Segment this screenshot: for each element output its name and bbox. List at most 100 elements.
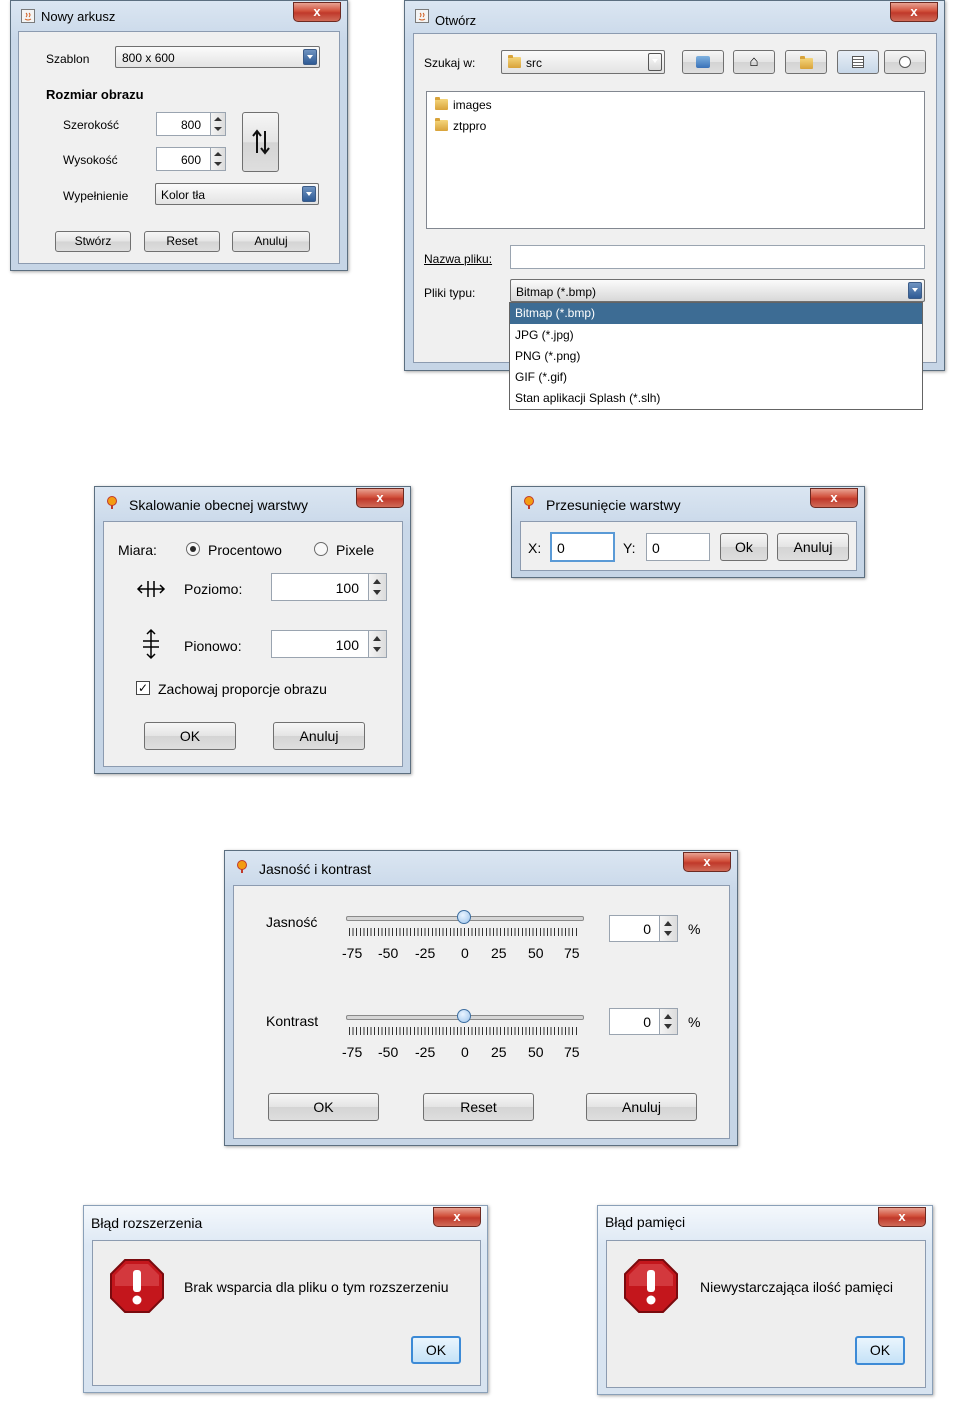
client-area: Szablon 800 x 600 Rozmiar obrazu Szeroko… — [18, 31, 340, 264]
kontrast-value: 0 — [643, 1014, 651, 1030]
filetype-combo[interactable]: Bitmap (*.bmp) — [510, 279, 925, 302]
filetype-label: Pliki typu: — [424, 286, 476, 300]
close-button[interactable]: x — [433, 1207, 481, 1227]
list-item[interactable]: images — [435, 97, 492, 112]
ok-button[interactable]: OK — [411, 1336, 461, 1364]
poziomo-spinner[interactable]: 100 — [271, 573, 387, 601]
close-button[interactable]: x — [878, 1207, 926, 1227]
dialog-jasnosc-kontrast: Jasność i kontrast x Jasność -75 -50 -25… — [224, 850, 738, 1146]
title-bar[interactable]: Błąd pamięci x — [598, 1206, 932, 1236]
window-title: Błąd rozszerzenia — [91, 1215, 203, 1231]
title-bar[interactable]: Błąd rozszerzenia x — [84, 1206, 487, 1236]
wysokosc-spinner[interactable]: 600 — [156, 147, 226, 171]
jasnosc-slider-thumb[interactable] — [457, 910, 471, 924]
client-area: X: 0 Y: 0 Ok Anuluj — [520, 521, 857, 571]
szerokosc-spinner[interactable]: 800 — [156, 112, 226, 136]
error-message: Brak wsparcia dla pliku o tym rozszerzen… — [184, 1279, 449, 1295]
java-icon — [21, 9, 35, 23]
window-title: Jasność i kontrast — [259, 861, 372, 877]
close-button[interactable]: x — [356, 488, 404, 508]
keep-ratio-checkbox[interactable]: ✓ — [136, 681, 150, 695]
home-button[interactable]: ⌂ — [733, 50, 775, 74]
create-button[interactable]: Stwórz — [55, 231, 131, 252]
ok-button[interactable]: OK — [855, 1336, 905, 1365]
chevron-down-icon[interactable] — [908, 282, 922, 299]
cancel-button[interactable]: Anuluj — [273, 722, 365, 750]
chevron-down-icon[interactable] — [648, 53, 662, 71]
close-button[interactable]: x — [293, 2, 341, 22]
tick-label: -75 — [342, 1044, 363, 1060]
client-area: Jasność -75 -50 -25 0 25 50 75 0 % Kontr… — [233, 885, 730, 1139]
wypelnienie-value: Kolor tła — [161, 188, 206, 202]
jasnosc-label: Jasność — [266, 914, 318, 930]
tick-label: 0 — [461, 1044, 469, 1060]
chevron-down-icon[interactable] — [303, 49, 317, 65]
app-icon — [524, 496, 534, 509]
ok-button[interactable]: OK — [144, 722, 236, 750]
radio-procentowo[interactable] — [186, 542, 200, 556]
close-button[interactable]: x — [683, 852, 731, 872]
filetype-dropdown: Bitmap (*.bmp) JPG (*.jpg) PNG (*.png) G… — [509, 302, 923, 410]
filename-input[interactable] — [510, 245, 925, 269]
jasnosc-spinner[interactable]: 0 — [609, 915, 678, 942]
lookin-label: Szukaj w: — [424, 56, 476, 70]
pixele-label[interactable]: Pixele — [336, 542, 374, 558]
dropdown-option[interactable]: JPG (*.jpg) — [510, 325, 922, 346]
app-icon — [107, 496, 117, 509]
reset-button[interactable]: Reset — [423, 1093, 534, 1121]
file-list[interactable]: images ztppro — [426, 91, 925, 229]
spin-arrows-icon[interactable] — [659, 1009, 677, 1034]
procentowo-label[interactable]: Procentowo — [208, 542, 282, 558]
dropdown-option[interactable]: Bitmap (*.bmp) — [510, 303, 922, 324]
kontrast-spinner[interactable]: 0 — [609, 1008, 678, 1035]
details-view-button[interactable] — [884, 50, 926, 74]
spin-arrows-icon[interactable] — [368, 574, 386, 600]
jasnosc-value: 0 — [643, 921, 651, 937]
cancel-button[interactable]: Anuluj — [232, 231, 310, 252]
title-bar[interactable]: Skalowanie obecnej warstwy x — [95, 487, 410, 517]
tick-label: 25 — [491, 1044, 507, 1060]
title-bar[interactable]: Otwórz x — [405, 1, 944, 31]
error-message: Niewystarczająca ilość pamięci — [700, 1279, 893, 1295]
up-folder-button[interactable] — [682, 50, 724, 74]
spin-arrows-icon[interactable] — [210, 148, 225, 170]
close-button[interactable]: x — [810, 488, 858, 508]
dropdown-option[interactable]: PNG (*.png) — [510, 346, 922, 367]
y-input[interactable]: 0 — [646, 533, 710, 561]
list-view-icon — [852, 56, 864, 68]
spin-arrows-icon[interactable] — [210, 113, 225, 135]
szerokosc-value: 800 — [180, 118, 201, 132]
radio-pixele[interactable] — [314, 542, 328, 556]
ok-button[interactable]: OK — [268, 1093, 379, 1121]
wypelnienie-combo[interactable]: Kolor tła — [155, 183, 319, 205]
cancel-button[interactable]: Anuluj — [586, 1093, 697, 1121]
close-button[interactable]: x — [890, 2, 938, 22]
lookin-combo[interactable]: src — [501, 50, 665, 74]
pionowo-spinner[interactable]: 100 — [271, 630, 387, 658]
x-input[interactable]: 0 — [550, 532, 615, 562]
spin-arrows-icon[interactable] — [659, 916, 677, 941]
list-item[interactable]: ztppro — [435, 118, 486, 133]
kontrast-ticks — [349, 1027, 579, 1035]
title-bar[interactable]: Jasność i kontrast x — [225, 851, 737, 881]
dialog-nowy-arkusz: Nowy arkusz x Szablon 800 x 600 Rozmiar … — [10, 0, 348, 271]
swap-dimensions-button[interactable] — [242, 112, 279, 172]
reset-button[interactable]: Reset — [144, 231, 220, 252]
title-bar[interactable]: Przesunięcie warstwy x — [512, 487, 864, 517]
cancel-button[interactable]: Anuluj — [777, 533, 849, 561]
error-stop-icon — [624, 1259, 678, 1313]
new-folder-button[interactable] — [785, 50, 827, 74]
ok-button[interactable]: Ok — [720, 533, 768, 561]
title-bar[interactable]: Nowy arkusz x — [11, 1, 347, 31]
keep-ratio-label[interactable]: Zachowaj proporcje obrazu — [158, 681, 327, 697]
spin-arrows-icon[interactable] — [368, 631, 386, 657]
chevron-down-icon[interactable] — [302, 186, 316, 202]
dropdown-option[interactable]: Stan aplikacji Splash (*.slh) — [510, 388, 922, 409]
tick-label: -50 — [378, 945, 399, 961]
kontrast-slider-thumb[interactable] — [457, 1009, 471, 1023]
list-view-button[interactable] — [837, 50, 879, 74]
pionowo-label: Pionowo: — [184, 638, 242, 654]
folder-icon — [508, 55, 521, 68]
szablon-combo[interactable]: 800 x 600 — [115, 46, 320, 68]
dropdown-option[interactable]: GIF (*.gif) — [510, 367, 922, 388]
